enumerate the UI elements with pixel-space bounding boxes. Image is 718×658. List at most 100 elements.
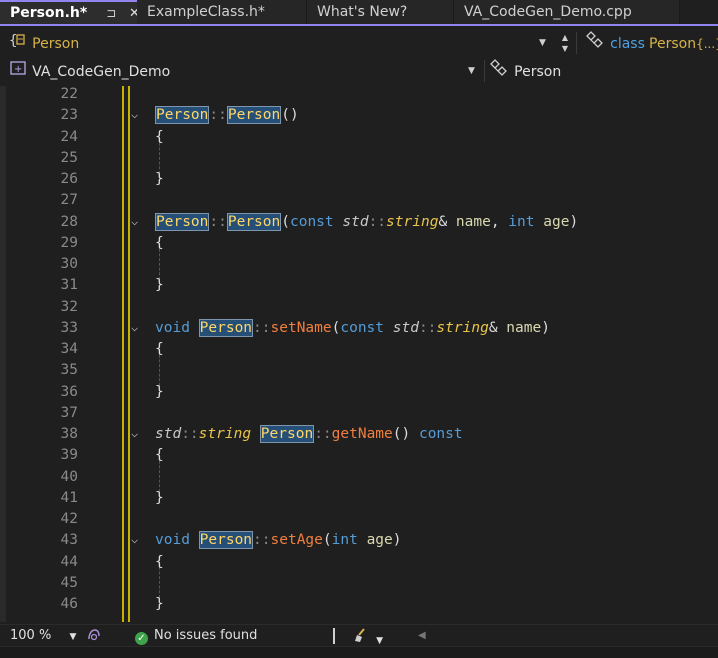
line-number: 37 xyxy=(60,404,78,421)
divider xyxy=(333,628,335,644)
scope-dropdown[interactable]: { Person xyxy=(8,31,553,55)
code-line[interactable]: 32 xyxy=(0,299,718,320)
issues-text: No issues found xyxy=(154,628,258,643)
code-line[interactable]: 45 xyxy=(0,575,718,596)
issues-indicator[interactable]: ✓ No issues found xyxy=(135,627,257,645)
code-line[interactable]: 30 xyxy=(0,256,718,277)
chevron-down-icon[interactable]: ▼ xyxy=(558,43,572,54)
code-line[interactable]: 44 { xyxy=(0,554,718,575)
pin-icon[interactable]: ⊐ xyxy=(106,2,116,24)
collapse-chevron-icon[interactable]: ⌵ xyxy=(131,532,143,546)
project-label: VA_CodeGen_Demo xyxy=(32,64,171,80)
tab-whats-new[interactable]: What's New? xyxy=(307,0,454,24)
code-editor[interactable]: 22 23 ⌵ Person::Person() 24 { 25 26 } 27… xyxy=(0,86,718,622)
code-line[interactable]: 41 } xyxy=(0,490,718,511)
divider xyxy=(484,60,485,82)
code-line[interactable]: 34 { xyxy=(0,341,718,362)
code-line[interactable]: 40 xyxy=(0,469,718,490)
line-number: 23 xyxy=(60,107,78,123)
code-text: } xyxy=(155,383,164,400)
project-dropdown[interactable]: + VA_CodeGen_Demo xyxy=(8,59,480,83)
code-line[interactable]: 24 { xyxy=(0,129,718,150)
collapse-chevron-icon[interactable]: ⌵ xyxy=(131,107,143,121)
code-cleanup-button[interactable]: ▼ xyxy=(352,627,383,647)
editor-status-bar: 100 % ▼ ✓ No issues found ▼ ◀ xyxy=(0,624,718,646)
check-circle-icon: ✓ xyxy=(135,632,148,645)
line-number: 31 xyxy=(60,277,78,294)
scope-label: Person xyxy=(32,36,80,52)
code-text: { xyxy=(155,553,164,570)
code-line[interactable]: 43 ⌵ void Person::setAge(int age) xyxy=(0,531,718,553)
tab-label: ExampleClass.h* xyxy=(147,4,265,20)
copilot-icon[interactable] xyxy=(86,627,102,645)
class-keyword: class xyxy=(610,36,645,52)
line-number: 44 xyxy=(60,553,78,570)
code-line[interactable]: 26 } xyxy=(0,171,718,192)
scroll-left-icon[interactable]: ◀ xyxy=(418,627,426,645)
class-name: Person xyxy=(649,36,697,52)
zoom-level: 100 % xyxy=(10,628,52,643)
code-text: void Person::setAge(int age) xyxy=(155,531,402,550)
code-line[interactable]: 46 } xyxy=(0,596,718,617)
line-number: 26 xyxy=(60,171,78,187)
line-number: 45 xyxy=(60,574,78,591)
line-number: 28 xyxy=(60,213,78,230)
method-icon xyxy=(488,59,510,86)
line-number: 22 xyxy=(60,86,78,102)
code-line[interactable]: 36 } xyxy=(0,384,718,405)
code-line[interactable]: 28 ⌵ Person::Person(const std::string& n… xyxy=(0,212,718,235)
code-line[interactable]: 37 xyxy=(0,405,718,426)
tab-exampleclass-h[interactable]: ExampleClass.h* xyxy=(137,0,307,24)
code-line[interactable]: 38 ⌵ std::string Person::getName() const xyxy=(0,425,718,447)
scope-spinner[interactable]: ▲ ▼ xyxy=(558,32,572,54)
code-text: { xyxy=(155,341,164,357)
chevron-down-icon[interactable]: ▼ xyxy=(468,66,475,76)
line-number: 43 xyxy=(60,532,78,549)
code-line[interactable]: 29 { xyxy=(0,235,718,256)
line-number: 35 xyxy=(60,362,78,379)
line-number: 38 xyxy=(60,426,78,442)
code-text: } xyxy=(155,171,164,187)
code-line[interactable]: 42 xyxy=(0,511,718,532)
collapse-chevron-icon[interactable]: ⌵ xyxy=(131,214,143,228)
code-line[interactable]: 35 xyxy=(0,362,718,383)
class-braces: {...} xyxy=(696,37,718,51)
braces-scope-icon: { xyxy=(8,31,28,58)
code-text: { xyxy=(155,128,164,145)
code-text: { xyxy=(155,234,164,251)
line-number: 42 xyxy=(60,511,78,527)
tab-label: VA_CodeGen_Demo.cpp xyxy=(464,4,632,20)
code-line[interactable]: 25 xyxy=(0,150,718,171)
chevron-down-icon[interactable]: ▼ xyxy=(376,636,383,646)
collapse-chevron-icon[interactable]: ⌵ xyxy=(131,426,143,440)
zoom-dropdown[interactable]: 100 % ▼ xyxy=(10,627,76,645)
code-text: } xyxy=(155,277,164,294)
line-number: 40 xyxy=(60,468,78,485)
code-line[interactable]: 39 { xyxy=(0,447,718,468)
code-line[interactable]: 31 } xyxy=(0,277,718,298)
tab-va-codegen-demo-cpp[interactable]: VA_CodeGen_Demo.cpp xyxy=(454,0,680,24)
code-text: Person::Person() xyxy=(155,106,299,124)
line-number: 34 xyxy=(60,341,78,357)
collapse-chevron-icon[interactable]: ⌵ xyxy=(131,320,143,334)
chevron-down-icon[interactable]: ▼ xyxy=(69,632,76,642)
code-line[interactable]: 23 ⌵ Person::Person() xyxy=(0,106,718,128)
svg-text:{: { xyxy=(9,33,17,49)
line-number: 46 xyxy=(60,596,78,612)
class-icon xyxy=(584,31,606,58)
line-number: 25 xyxy=(60,149,78,166)
code-line[interactable]: 33 ⌵ void Person::setName(const std::str… xyxy=(0,318,718,341)
line-number: 32 xyxy=(60,298,78,315)
code-line[interactable]: 27 xyxy=(0,192,718,213)
chevron-up-icon[interactable]: ▲ xyxy=(558,32,572,43)
tab-person-h[interactable]: Person.h* ⊐ ✕ xyxy=(0,0,140,24)
member-label: Person xyxy=(514,64,562,80)
project-icon: + xyxy=(8,59,28,86)
line-number: 41 xyxy=(60,489,78,506)
class-dropdown[interactable]: class Person{...} xyxy=(584,31,718,58)
member-dropdown[interactable]: Person xyxy=(488,59,716,83)
code-line[interactable]: 22 xyxy=(0,86,718,107)
horizontal-scrollbar-area xyxy=(0,646,718,658)
chevron-down-icon[interactable]: ▼ xyxy=(539,38,546,48)
broom-icon xyxy=(352,628,372,647)
